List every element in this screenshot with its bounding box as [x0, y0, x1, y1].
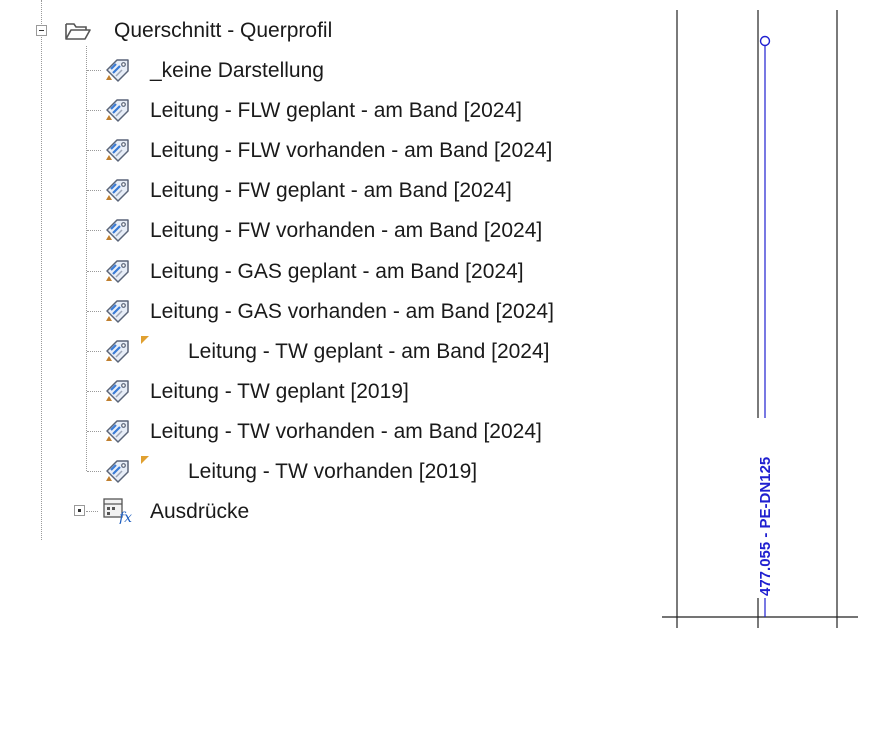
style-tag-icon [106, 460, 129, 483]
tree-item[interactable]: Leitung - TW geplant [2019] [150, 372, 409, 412]
tree-item[interactable]: Leitung - FLW vorhanden - am Band [2024] [150, 131, 552, 171]
tree-item[interactable]: Leitung - GAS vorhanden - am Band [2024] [150, 292, 554, 332]
modified-marker-icon [141, 336, 149, 344]
style-tree: Querschnitt - Querprofil _keine Darstell… [0, 0, 640, 540]
expression-fx-icon: fx [103, 498, 132, 524]
tree-item[interactable]: Leitung - FW vorhanden - am Band [2024] [150, 211, 542, 251]
tree-connector [87, 190, 101, 191]
tree-item-label: Leitung - GAS geplant - am Band [2024] [150, 260, 524, 283]
tree-connector [87, 351, 101, 352]
tree-connector [87, 471, 101, 472]
tree-connector [87, 391, 101, 392]
tree-item-label: _keine Darstellung [150, 59, 324, 82]
tree-connector [87, 150, 101, 151]
style-tag-icon [106, 380, 129, 403]
collapse-toggle[interactable] [36, 25, 47, 36]
page: Querschnitt - Querprofil _keine Darstell… [0, 0, 871, 755]
tree-item[interactable]: Leitung - FW geplant - am Band [2024] [150, 171, 512, 211]
tree-item[interactable]: Leitung - TW vorhanden [2019] [188, 452, 477, 492]
style-tag-icon [106, 139, 129, 162]
tree-item-label: Leitung - FW vorhanden - am Band [2024] [150, 219, 543, 242]
svg-text:fx: fx [118, 510, 132, 524]
style-tag-icon [106, 179, 129, 202]
tree-node-label: Querschnitt - Querprofil [114, 19, 333, 42]
style-tag-icon [106, 219, 129, 242]
tree-item-label: Leitung - FLW geplant - am Band [2024] [150, 99, 522, 122]
tree-item-label: Leitung - TW geplant - am Band [2024] [188, 340, 550, 363]
tree-item[interactable]: Leitung - FLW geplant - am Band [2024] [150, 91, 522, 131]
cross-section-drawing: 477.055 - PE-DN125 [662, 10, 858, 628]
tree-guide-outer [41, 0, 42, 540]
style-tag-icon [106, 340, 129, 363]
tree-connector [87, 311, 101, 312]
style-tag-icon [106, 420, 129, 443]
tree-node-ausdruecke[interactable]: Ausdrücke [150, 492, 249, 532]
pipe-label: 477.055 - PE-DN125 [757, 457, 774, 596]
tree-connector [87, 271, 101, 272]
style-tag-icon [106, 59, 129, 82]
tree-item-label: Leitung - TW geplant [2019] [150, 380, 409, 403]
tree-item[interactable]: Leitung - TW vorhanden - am Band [2024] [150, 412, 542, 452]
modified-marker-icon [141, 456, 149, 464]
style-tag-icon [106, 260, 129, 283]
tree-node-label: Ausdrücke [150, 500, 250, 523]
tree-connector [86, 511, 98, 512]
folder-open-icon [65, 23, 91, 40]
tree-item-label: Leitung - GAS vorhanden - am Band [2024] [150, 300, 554, 323]
tree-item[interactable]: _keine Darstellung [150, 51, 324, 91]
tree-connector [87, 230, 101, 231]
tree-item[interactable]: Leitung - GAS geplant - am Band [2024] [150, 252, 524, 292]
pipe-endpoint[interactable] [759, 35, 771, 47]
tree-node-querschnitt[interactable]: Querschnitt - Querprofil [114, 11, 332, 51]
style-tag-icon [106, 300, 129, 323]
tree-connector [87, 110, 101, 111]
tree-connector [87, 431, 101, 432]
expand-toggle[interactable] [74, 505, 85, 516]
tree-item[interactable]: Leitung - TW geplant - am Band [2024] [188, 332, 550, 372]
style-tag-icon [106, 99, 129, 122]
tree-item-label: Leitung - TW vorhanden - am Band [2024] [150, 420, 542, 443]
tree-item-label: Leitung - TW vorhanden [2019] [188, 460, 478, 483]
tree-item-label: Leitung - FW geplant - am Band [2024] [150, 179, 512, 202]
tree-item-label: Leitung - FLW vorhanden - am Band [2024] [150, 139, 553, 162]
tree-connector [87, 70, 101, 71]
